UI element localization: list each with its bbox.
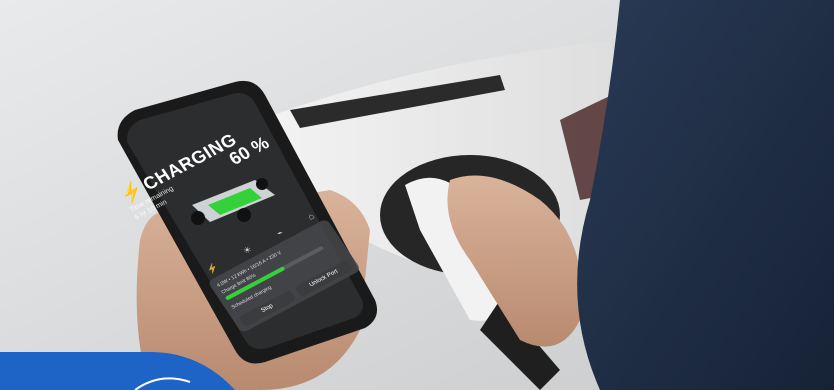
lock-icon[interactable]: ⌂ <box>306 211 317 223</box>
bolt-icon[interactable]: ⚡ <box>205 262 221 276</box>
photo-scene: ⚡CHARGING 60 % Time remaining 6 hr 10 mi… <box>0 0 834 390</box>
thermometer-icon[interactable]: ⌁ <box>275 227 286 239</box>
temperature-icon[interactable]: ☀ <box>241 244 254 257</box>
unlock-port-button[interactable]: Unlock Port <box>294 259 353 298</box>
person-sleeve <box>577 0 834 390</box>
